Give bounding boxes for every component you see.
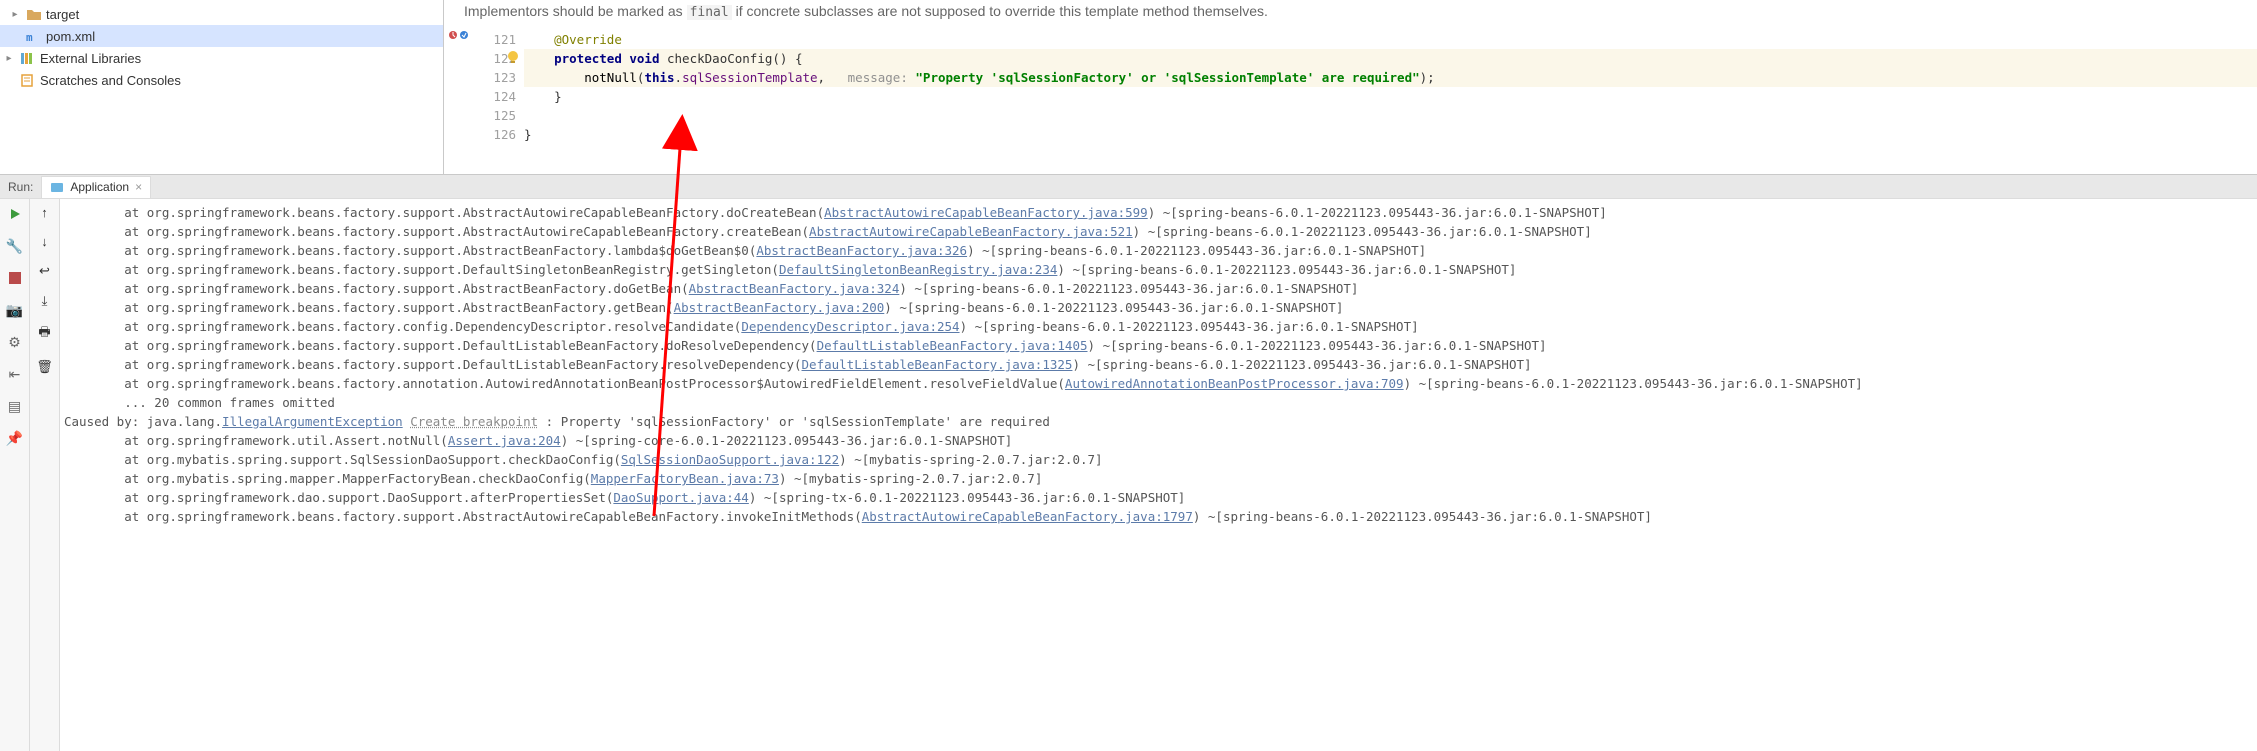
console-line: at org.springframework.beans.factory.con… [64, 317, 2257, 336]
console-line: at org.mybatis.spring.support.SqlSession… [64, 450, 2257, 469]
tree-row-scratches[interactable]: Scratches and Consoles [0, 69, 443, 91]
stacktrace-link[interactable]: SqlSessionDaoSupport.java:122 [621, 452, 839, 467]
documentation-hint: Implementors should be marked as final i… [444, 0, 2257, 30]
run-label: Run: [0, 180, 41, 194]
tree-label: External Libraries [40, 51, 141, 66]
console-line: ... 20 common frames omitted [64, 393, 2257, 412]
chevron-right-icon: ▸ [8, 9, 22, 20]
library-icon [20, 51, 36, 65]
exit-icon[interactable]: ⇤ [6, 365, 24, 383]
tree-row-pom[interactable]: m pom.xml [0, 25, 443, 47]
maven-file-icon: m [26, 29, 42, 43]
override-implements-icons[interactable] [448, 30, 469, 40]
console-line: at org.springframework.beans.factory.sup… [64, 507, 2257, 526]
stacktrace-link[interactable]: AutowiredAnnotationBeanPostProcessor.jav… [1065, 376, 1404, 391]
layout-icon[interactable]: ▤ [6, 397, 24, 415]
exception-class-link[interactable]: IllegalArgumentException [222, 414, 403, 429]
create-breakpoint-action[interactable]: Create breakpoint [410, 414, 538, 429]
tree-row-target[interactable]: ▸ target [0, 3, 443, 25]
editor-content[interactable]: @Override protected void checkDaoConfig(… [524, 30, 2257, 174]
folder-icon [26, 7, 42, 21]
stacktrace-link[interactable]: AbstractBeanFactory.java:326 [756, 243, 967, 258]
stacktrace-link[interactable]: DefaultSingletonBeanRegistry.java:234 [779, 262, 1057, 277]
console-line: Caused by: java.lang.IllegalArgumentExce… [64, 412, 2257, 431]
stacktrace-link[interactable]: AbstractBeanFactory.java:324 [689, 281, 900, 296]
tree-label: Scratches and Consoles [40, 73, 181, 88]
console-line: at org.springframework.util.Assert.notNu… [64, 431, 2257, 450]
intention-bulb-icon[interactable] [506, 50, 520, 64]
stop-icon[interactable] [6, 269, 24, 287]
stacktrace-link[interactable]: AbstractAutowireCapableBeanFactory.java:… [824, 205, 1148, 220]
console-line: at org.springframework.beans.factory.sup… [64, 203, 2257, 222]
scratches-icon [20, 73, 36, 87]
console-line: at org.springframework.beans.factory.sup… [64, 222, 2257, 241]
tree-label: target [46, 7, 79, 22]
svg-text:m: m [26, 31, 33, 43]
pin-icon[interactable]: 📌 [6, 429, 24, 447]
stacktrace-link[interactable]: DependencyDescriptor.java:254 [741, 319, 959, 334]
run-tools-secondary[interactable]: ↑ ↓ ↩ ⤓ 🖶 🗑 [30, 199, 60, 751]
stacktrace-link[interactable]: Assert.java:204 [448, 433, 561, 448]
console-line: at org.springframework.beans.factory.sup… [64, 279, 2257, 298]
up-icon[interactable]: ↑ [41, 205, 48, 220]
stacktrace-link[interactable]: DaoSupport.java:44 [613, 490, 748, 505]
run-tools-primary[interactable]: 🔧 📷 ⚙ ⇤ ▤ 📌 [0, 199, 30, 751]
down-icon[interactable]: ↓ [41, 234, 48, 249]
tree-label: pom.xml [46, 29, 95, 44]
camera-icon[interactable]: 📷 [6, 301, 24, 319]
run-tab-application[interactable]: Application × [41, 176, 151, 198]
stacktrace-link[interactable]: AbstractAutowireCapableBeanFactory.java:… [862, 509, 1193, 524]
console-line: at org.springframework.beans.factory.sup… [64, 260, 2257, 279]
stacktrace-link[interactable]: AbstractAutowireCapableBeanFactory.java:… [809, 224, 1133, 239]
console-line: at org.springframework.dao.support.DaoSu… [64, 488, 2257, 507]
print-icon[interactable]: 🖶 [38, 323, 50, 345]
run-icon[interactable] [6, 205, 24, 223]
run-tab-label: Application [70, 180, 129, 194]
stacktrace-link[interactable]: DefaultListableBeanFactory.java:1405 [817, 338, 1088, 353]
stacktrace-link[interactable]: AbstractBeanFactory.java:200 [674, 300, 885, 315]
scroll-icon[interactable]: ⤓ [42, 293, 48, 309]
console-line: at org.mybatis.spring.mapper.MapperFacto… [64, 469, 2257, 488]
console-line: at org.springframework.beans.factory.sup… [64, 355, 2257, 374]
chevron-right-icon: ▸ [2, 53, 16, 64]
trash-icon[interactable]: 🗑 [36, 359, 53, 375]
console-output[interactable]: at org.springframework.beans.factory.sup… [60, 199, 2257, 751]
editor[interactable]: Implementors should be marked as final i… [444, 0, 2257, 174]
console-line: at org.springframework.beans.factory.sup… [64, 298, 2257, 317]
console-line: at org.springframework.beans.factory.ann… [64, 374, 2257, 393]
stacktrace-link[interactable]: DefaultListableBeanFactory.java:1325 [802, 357, 1073, 372]
tree-row-external-libraries[interactable]: ▸ External Libraries [0, 47, 443, 69]
wrap-icon[interactable]: ↩ [39, 263, 50, 279]
console-line: at org.springframework.beans.factory.sup… [64, 336, 2257, 355]
wrench-icon[interactable]: 🔧 [6, 237, 24, 255]
project-tree[interactable]: ▸ target m pom.xml ▸ External Libraries [0, 0, 444, 174]
stacktrace-link[interactable]: MapperFactoryBean.java:73 [591, 471, 779, 486]
run-toolwindow-tabbar[interactable]: Run: Application × [0, 175, 2257, 199]
run-config-icon [50, 180, 64, 194]
close-icon[interactable]: × [135, 180, 142, 194]
cog-icon[interactable]: ⚙ [6, 333, 24, 351]
console-line: at org.springframework.beans.factory.sup… [64, 241, 2257, 260]
